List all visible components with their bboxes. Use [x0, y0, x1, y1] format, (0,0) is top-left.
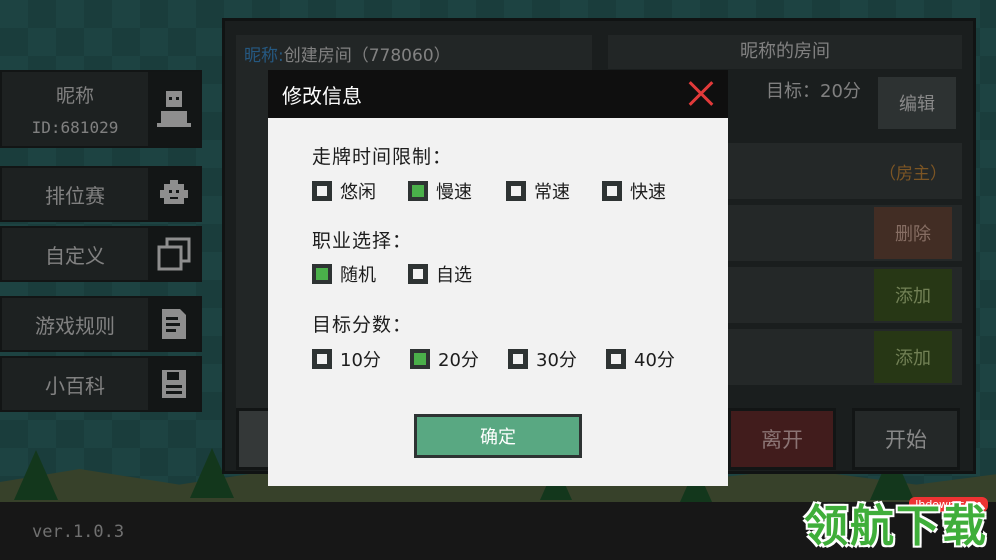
checkbox [602, 181, 622, 201]
checkbox [506, 181, 526, 201]
score-option-10[interactable]: 10分 [312, 346, 381, 372]
dialog-header: 修改信息 [268, 70, 728, 118]
dialog-title: 修改信息 [282, 83, 362, 108]
option-label: 20分 [438, 350, 479, 371]
option-label: 30分 [536, 350, 577, 371]
option-label: 自选 [436, 265, 472, 286]
time-option-leisure[interactable]: 悠闲 [312, 178, 376, 204]
edit-info-dialog: 修改信息 走牌时间限制： 悠闲 慢速 常速 快速 职业选择： 随机 自选 目标分… [268, 70, 728, 486]
option-label: 悠闲 [340, 182, 376, 203]
checkbox [408, 181, 428, 201]
time-option-fast[interactable]: 快速 [602, 178, 666, 204]
score-option-40[interactable]: 40分 [606, 346, 675, 372]
option-label: 常速 [534, 182, 570, 203]
time-option-normal[interactable]: 常速 [506, 178, 570, 204]
close-icon[interactable] [688, 81, 714, 107]
option-label: 慢速 [436, 182, 472, 203]
score-option-20[interactable]: 20分 [410, 346, 479, 372]
dialog-body: 走牌时间限制： 悠闲 慢速 常速 快速 职业选择： 随机 自选 目标分数： 10… [268, 118, 728, 486]
checkbox [606, 349, 626, 369]
watermark-logo: 领航下载 [804, 501, 988, 552]
option-label: 快速 [630, 182, 666, 203]
job-option-choose[interactable]: 自选 [408, 261, 472, 287]
checkbox [408, 264, 428, 284]
score-title: 目标分数： [312, 314, 413, 336]
score-option-30[interactable]: 30分 [508, 346, 577, 372]
job-option-random[interactable]: 随机 [312, 261, 376, 287]
time-option-slow[interactable]: 慢速 [408, 178, 472, 204]
checkbox [312, 264, 332, 284]
option-label: 40分 [634, 350, 675, 371]
option-label: 10分 [340, 350, 381, 371]
confirm-button[interactable]: 确定 [414, 414, 582, 458]
checkbox [410, 349, 430, 369]
checkbox [508, 349, 528, 369]
checkbox [312, 349, 332, 369]
time-limit-title: 走牌时间限制： [312, 146, 453, 168]
option-label: 随机 [340, 265, 376, 286]
checkbox [312, 181, 332, 201]
job-title: 职业选择： [312, 230, 413, 252]
